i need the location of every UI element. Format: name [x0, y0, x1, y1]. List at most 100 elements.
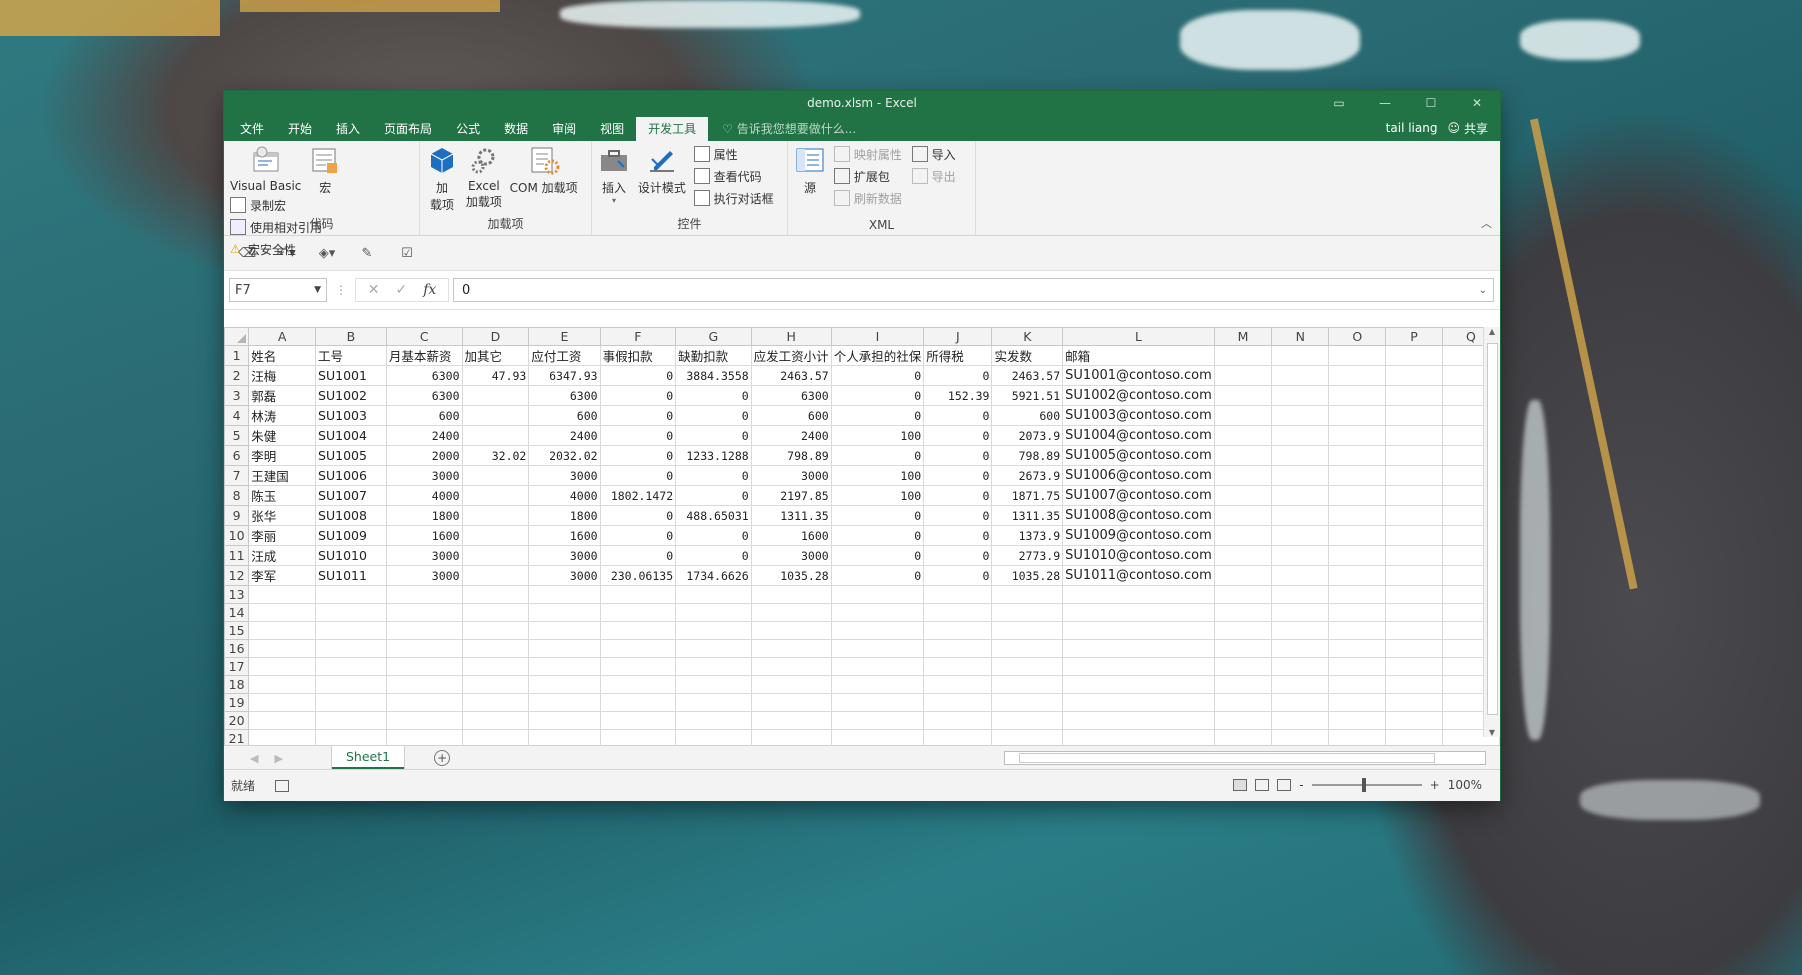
- cell[interactable]: [1062, 585, 1215, 604]
- cell[interactable]: 0: [923, 545, 993, 566]
- cell[interactable]: [1062, 657, 1215, 676]
- cell[interactable]: 0: [923, 565, 993, 586]
- minimize-button[interactable]: —: [1362, 91, 1408, 115]
- cell[interactable]: [675, 693, 752, 712]
- cell[interactable]: [1271, 565, 1330, 586]
- cell[interactable]: SU1002@contoso.com: [1062, 385, 1215, 406]
- column-header[interactable]: G: [675, 327, 752, 346]
- cell[interactable]: 0: [599, 465, 677, 486]
- cell[interactable]: [528, 585, 601, 604]
- cell[interactable]: 3000: [385, 545, 463, 566]
- cell[interactable]: SU1007@contoso.com: [1062, 485, 1215, 506]
- cell[interactable]: SU1003@contoso.com: [1062, 405, 1215, 426]
- row-header[interactable]: 14: [223, 603, 250, 622]
- cell[interactable]: 1373.9: [991, 525, 1064, 546]
- row-header[interactable]: 15: [223, 621, 250, 640]
- cell[interactable]: [1328, 603, 1387, 622]
- close-button[interactable]: ✕: [1454, 91, 1500, 115]
- cell[interactable]: [1213, 565, 1273, 586]
- cell[interactable]: [1213, 485, 1273, 506]
- cell[interactable]: [1213, 711, 1273, 730]
- cell[interactable]: 0: [599, 425, 677, 446]
- cell[interactable]: [1328, 365, 1387, 386]
- row-header[interactable]: 3: [223, 385, 250, 406]
- cell[interactable]: 王建国: [248, 465, 317, 486]
- cell[interactable]: [461, 693, 530, 712]
- cell[interactable]: [991, 693, 1064, 712]
- com-addins-button[interactable]: COM 加载项: [510, 145, 578, 196]
- column-header[interactable]: D: [461, 327, 530, 346]
- insert-function-icon[interactable]: fx: [423, 282, 436, 298]
- cell[interactable]: 6300: [750, 385, 832, 406]
- cell[interactable]: [599, 621, 677, 640]
- cell[interactable]: [923, 711, 993, 730]
- cell[interactable]: [248, 639, 317, 658]
- cell[interactable]: [528, 675, 601, 694]
- cell[interactable]: [750, 585, 832, 604]
- cell[interactable]: 3884.3558: [675, 365, 752, 386]
- cell[interactable]: [1385, 711, 1443, 730]
- confirm-entry-icon[interactable]: ✓: [395, 282, 407, 298]
- cell[interactable]: 2673.9: [991, 465, 1064, 486]
- cell[interactable]: [528, 639, 601, 658]
- tab-home[interactable]: 开始: [276, 117, 324, 141]
- cell[interactable]: [528, 693, 601, 712]
- cell[interactable]: 100: [830, 485, 925, 506]
- cell[interactable]: SU1002: [315, 385, 387, 406]
- xml-source-button[interactable]: 源: [794, 145, 826, 196]
- cell[interactable]: [991, 639, 1064, 658]
- cell[interactable]: [1213, 445, 1273, 466]
- tab-formulas[interactable]: 公式: [444, 117, 492, 141]
- cell[interactable]: [315, 675, 387, 694]
- cell[interactable]: SU1007: [315, 485, 387, 506]
- page-layout-view-icon[interactable]: [1255, 779, 1270, 791]
- cell[interactable]: [1385, 485, 1443, 506]
- cell[interactable]: [1062, 603, 1215, 622]
- cell[interactable]: [830, 657, 925, 676]
- cell[interactable]: [385, 621, 463, 640]
- cell[interactable]: [1385, 585, 1443, 604]
- cell[interactable]: [1385, 675, 1443, 694]
- cell[interactable]: [1385, 603, 1443, 622]
- cell[interactable]: [830, 675, 925, 694]
- cell[interactable]: [1328, 565, 1387, 586]
- cell[interactable]: 朱健: [248, 425, 317, 446]
- zoom-in-icon[interactable]: +: [1430, 778, 1440, 792]
- cell[interactable]: 0: [675, 525, 752, 546]
- cell[interactable]: [923, 585, 993, 604]
- cell[interactable]: 0: [923, 505, 993, 526]
- column-header[interactable]: O: [1328, 327, 1387, 346]
- cell[interactable]: 0: [675, 385, 752, 406]
- cell[interactable]: 0: [675, 465, 752, 486]
- cell[interactable]: [461, 639, 530, 658]
- form-icon[interactable]: ☑: [398, 244, 416, 262]
- cell[interactable]: [1385, 445, 1443, 466]
- cell[interactable]: 0: [830, 525, 925, 546]
- cell[interactable]: [1385, 657, 1443, 676]
- expand-formula-bar-icon[interactable]: ⌄: [1479, 285, 1487, 296]
- cell[interactable]: [528, 711, 601, 730]
- cell[interactable]: [675, 639, 752, 658]
- cell[interactable]: 1871.75: [991, 485, 1064, 506]
- cell[interactable]: [923, 657, 993, 676]
- cell[interactable]: [1213, 505, 1273, 526]
- cell[interactable]: 2463.57: [750, 365, 832, 386]
- cell[interactable]: [1213, 621, 1273, 640]
- cell[interactable]: [461, 545, 530, 566]
- cell[interactable]: [385, 711, 463, 730]
- cell[interactable]: 0: [923, 445, 993, 466]
- cell[interactable]: [830, 603, 925, 622]
- tab-view[interactable]: 视图: [588, 117, 636, 141]
- cell[interactable]: SU1004: [315, 425, 387, 446]
- cell[interactable]: [1062, 711, 1215, 730]
- worksheet-grid[interactable]: A B C D E F G H I J K L M N O P Q 1 姓名 工号 月基本薪资 加其它 应付工资 事假扣款 缺勤…: [223, 327, 1501, 748]
- design-mode-button[interactable]: 设计模式: [638, 145, 686, 196]
- cell[interactable]: [315, 603, 387, 622]
- cell[interactable]: [750, 603, 832, 622]
- run-dialog-button[interactable]: 执行对话框: [693, 189, 774, 207]
- cell[interactable]: [1271, 603, 1330, 622]
- cell[interactable]: [461, 711, 530, 730]
- cell[interactable]: 加其它: [461, 345, 530, 366]
- cell[interactable]: 6347.93: [528, 365, 601, 386]
- cell[interactable]: [1385, 345, 1443, 366]
